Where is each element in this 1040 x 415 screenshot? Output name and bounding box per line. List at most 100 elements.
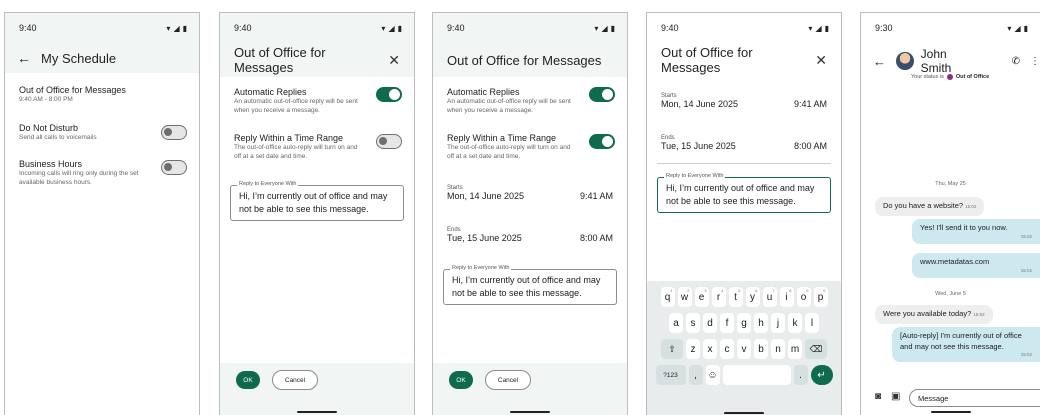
key-v[interactable]: v bbox=[737, 339, 751, 359]
back-arrow-icon[interactable]: ← bbox=[873, 54, 886, 69]
message-outgoing: [Auto-reply] I'm currently out of office… bbox=[892, 327, 1040, 363]
camera-icon[interactable]: ◙ bbox=[875, 391, 881, 402]
key-m[interactable]: m bbox=[788, 339, 802, 359]
message-text: Do you have a website? bbox=[883, 201, 964, 210]
key-u[interactable]: u7 bbox=[762, 287, 777, 307]
key-z[interactable]: z bbox=[686, 339, 700, 359]
auto-replies-subtitle: An automatic out-of-office reply will be… bbox=[234, 98, 358, 115]
ooo-item-title: Out of Office for Messages bbox=[19, 85, 126, 95]
emoji-icon[interactable]: ☺ bbox=[705, 365, 720, 385]
signal-icon: ◢ bbox=[388, 23, 395, 33]
back-arrow-icon[interactable]: ← bbox=[17, 50, 31, 66]
business-hours-toggle[interactable] bbox=[161, 160, 187, 175]
gallery-icon[interactable]: ▣ bbox=[891, 391, 900, 402]
key-n[interactable]: n bbox=[771, 339, 785, 359]
message-incoming: Do you have a website? 15:02 bbox=[875, 197, 985, 216]
ends-date: Tue, 15 June 2025 bbox=[661, 141, 736, 151]
message-outgoing: Yes! I'll send it to you now. 15:02 bbox=[912, 219, 1040, 244]
enter-icon[interactable]: ↵ bbox=[810, 365, 833, 385]
message-outgoing: www.metadatas.com 15:02 bbox=[912, 253, 1040, 278]
key-hint: 9 bbox=[806, 288, 809, 293]
key-d[interactable]: d bbox=[703, 313, 717, 333]
more-icon[interactable]: ⋮ bbox=[1030, 56, 1040, 67]
wifi-icon: ▾ bbox=[808, 23, 813, 33]
key-t[interactable]: t5 bbox=[728, 287, 743, 307]
keyboard-row-1: q1w2e3r4t5y6u7i8o9p0 bbox=[651, 287, 837, 307]
ends-row[interactable]: Ends Tue, 15 June 2025 8:00 AM bbox=[647, 135, 841, 151]
key-g[interactable]: g bbox=[737, 313, 751, 333]
message-text: [Auto-reply] I'm currently out of office… bbox=[900, 331, 1022, 351]
reply-field-value: Hi, I’m currently out of office and may … bbox=[666, 183, 815, 207]
starts-row[interactable]: Starts Mon, 14 June 2025 9:41 AM bbox=[647, 93, 841, 109]
phone-icon[interactable]: ✆ bbox=[1012, 56, 1020, 67]
key-e[interactable]: e3 bbox=[694, 287, 709, 307]
key-hint: 7 bbox=[772, 288, 775, 293]
key-hint: 5 bbox=[738, 288, 741, 293]
message-input[interactable]: Message bbox=[909, 389, 1040, 407]
comma-key[interactable]: , bbox=[688, 365, 703, 385]
cancel-button[interactable]: Cancel bbox=[272, 370, 318, 390]
key-j[interactable]: j bbox=[771, 313, 785, 333]
key-s[interactable]: s bbox=[686, 313, 700, 333]
ok-button[interactable]: OK bbox=[449, 371, 473, 389]
auto-replies-toggle[interactable] bbox=[589, 87, 615, 102]
reply-text-field[interactable]: Reply to Everyone With Hi, I’m currently… bbox=[230, 181, 404, 222]
symbols-key[interactable]: ?123 bbox=[655, 365, 686, 385]
gesture-bar bbox=[724, 412, 764, 414]
avatar[interactable] bbox=[896, 52, 914, 70]
key-w[interactable]: w2 bbox=[677, 287, 692, 307]
key-a[interactable]: a bbox=[669, 313, 683, 333]
status-bar: 9:40 ▾ ◢ ▮ bbox=[220, 13, 414, 43]
status-notice: Your status is Out of Office bbox=[911, 74, 989, 80]
key-hint: 8 bbox=[789, 288, 792, 293]
gesture-bar bbox=[297, 411, 337, 413]
key-p[interactable]: p0 bbox=[813, 287, 828, 307]
key-x[interactable]: x bbox=[703, 339, 717, 359]
key-y[interactable]: y6 bbox=[745, 287, 760, 307]
backspace-icon[interactable]: ⌫ bbox=[805, 339, 827, 359]
cancel-button[interactable]: Cancel bbox=[485, 370, 531, 390]
day-separator: Wed, June 5 bbox=[935, 291, 966, 297]
ends-date: Tue, 15 June 2025 bbox=[447, 233, 522, 243]
message-time: 15:02 bbox=[1020, 352, 1032, 357]
key-b[interactable]: b bbox=[754, 339, 768, 359]
reply-text-field[interactable]: Reply to Everyone With Hi, I’m currently… bbox=[443, 265, 617, 306]
key-i[interactable]: i8 bbox=[779, 287, 794, 307]
wifi-icon: ▾ bbox=[594, 23, 599, 33]
period-key[interactable]: . bbox=[793, 365, 808, 385]
time-range-toggle[interactable] bbox=[376, 134, 402, 149]
close-icon[interactable]: ✕ bbox=[815, 52, 827, 69]
key-k[interactable]: k bbox=[788, 313, 802, 333]
key-c[interactable]: c bbox=[720, 339, 734, 359]
key-r[interactable]: r4 bbox=[711, 287, 726, 307]
battery-icon: ▮ bbox=[824, 23, 829, 33]
dialog-title: Out of Office for Messages bbox=[234, 45, 326, 75]
key-h[interactable]: h bbox=[754, 313, 768, 333]
time-range-item: Reply Within a Time Range The out-of-off… bbox=[433, 133, 585, 161]
gesture-bar bbox=[930, 411, 971, 413]
gesture-bar bbox=[510, 411, 550, 413]
message-time: 15:02 bbox=[1020, 233, 1032, 239]
keyboard-row-2: asdfghjkl bbox=[651, 313, 837, 333]
space-key[interactable] bbox=[722, 365, 791, 385]
wifi-icon: ▾ bbox=[381, 23, 386, 33]
key-q[interactable]: q1 bbox=[660, 287, 675, 307]
ok-button[interactable]: OK bbox=[236, 371, 260, 389]
time-range-subtitle: The out-of-office auto-reply will turn o… bbox=[447, 144, 571, 161]
reply-text-field[interactable]: Reply to Everyone With Hi, I’m currently… bbox=[657, 173, 831, 214]
key-hint: 1 bbox=[670, 288, 673, 293]
shift-icon[interactable]: ⇧ bbox=[661, 339, 683, 359]
dnd-subtitle: Send all calls to voicemails bbox=[19, 134, 97, 141]
time-range-subtitle: The out-of-office auto-reply will turn o… bbox=[234, 144, 358, 161]
key-o[interactable]: o9 bbox=[796, 287, 811, 307]
key-l[interactable]: l bbox=[805, 313, 819, 333]
ends-row[interactable]: Ends Tue, 15 June 2025 8:00 AM bbox=[433, 227, 627, 243]
time-range-toggle[interactable] bbox=[589, 134, 615, 149]
keyboard-row-4: ?123 , ☺ . ↵ bbox=[651, 365, 837, 385]
key-f[interactable]: f bbox=[720, 313, 734, 333]
starts-row[interactable]: Starts Mon, 14 June 2025 9:41 AM bbox=[433, 185, 627, 201]
dnd-toggle[interactable] bbox=[161, 125, 187, 140]
close-icon[interactable]: ✕ bbox=[388, 52, 400, 69]
ooo-item[interactable]: Out of Office for Messages 9:40 AM - 8:0… bbox=[5, 85, 199, 104]
auto-replies-toggle[interactable] bbox=[376, 87, 402, 102]
